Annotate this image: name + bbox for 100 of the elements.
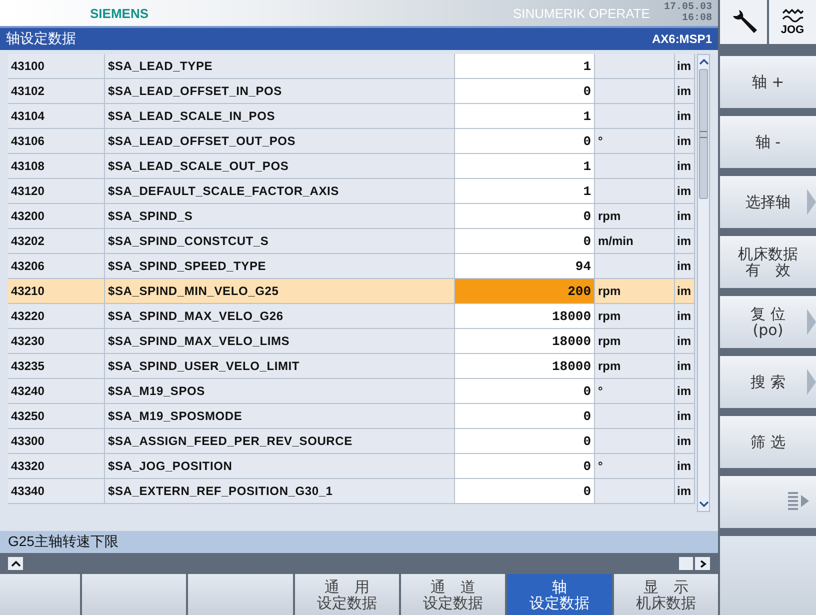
table-cell: ° xyxy=(595,454,675,478)
table-row[interactable]: 43206 $SA_SPIND_SPEED_TYPE 94 im xyxy=(8,254,695,279)
table-row[interactable]: 43300 $SA_ASSIGN_FEED_PER_REV_SOURCE 0 im xyxy=(8,429,695,454)
value-field[interactable]: 200 xyxy=(455,279,595,303)
table-cell: im xyxy=(675,54,695,78)
blank-softkey[interactable] xyxy=(188,574,293,615)
value-field[interactable]: 1 xyxy=(455,54,595,78)
scroll-right-icon[interactable] xyxy=(695,557,710,570)
table-cell: im xyxy=(675,179,695,203)
table-cell: 43320 xyxy=(8,454,105,478)
value-field[interactable]: 1 xyxy=(455,154,595,178)
softkey[interactable]: 机床数据 有 效 xyxy=(720,236,816,288)
table-cell: im xyxy=(675,304,695,328)
table-cell: $SA_LEAD_SCALE_IN_POS xyxy=(105,104,455,128)
value-field[interactable]: 18000 xyxy=(455,304,595,328)
value-field[interactable]: 18000 xyxy=(455,329,595,353)
jog-wave-icon xyxy=(780,8,804,24)
table-row[interactable]: 43100 $SA_LEAD_TYPE 1 im xyxy=(8,54,695,79)
blank-softkey[interactable] xyxy=(82,574,186,615)
table-row[interactable]: 43108 $SA_LEAD_SCALE_OUT_POS 1 im xyxy=(8,154,695,179)
description-text: G25主轴转速下限 xyxy=(0,531,718,553)
table-row[interactable]: 43235 $SA_SPIND_USER_VELO_LIMIT 18000 rpm im xyxy=(8,354,695,379)
table-row[interactable]: 43210 $SA_SPIND_MIN_VELO_G25 200 rpm im xyxy=(8,279,695,304)
table-cell: 43206 xyxy=(8,254,105,278)
axis-label: AX6:MSP1 xyxy=(652,32,712,46)
softkey[interactable]: 轴 - xyxy=(720,116,816,168)
table-cell: im xyxy=(675,254,695,278)
table-cell: $SA_JOG_POSITION xyxy=(105,454,455,478)
value-field[interactable]: 0 xyxy=(455,454,595,478)
table-row[interactable]: 43106 $SA_LEAD_OFFSET_OUT_POS 0 ° im xyxy=(8,129,695,154)
table-cell: rpm xyxy=(595,204,675,228)
table-cell: $SA_SPIND_SPEED_TYPE xyxy=(105,254,455,278)
value-field[interactable]: 0 xyxy=(455,79,595,103)
scroll-thumb[interactable] xyxy=(699,69,708,199)
table-cell: $SA_SPIND_S xyxy=(105,204,455,228)
table-cell: 43340 xyxy=(8,479,105,503)
table-cell: im xyxy=(675,454,695,478)
date-text: 17.05.03 xyxy=(664,2,712,13)
table-cell: $SA_LEAD_OFFSET_IN_POS xyxy=(105,79,455,103)
table-cell: im xyxy=(675,104,695,128)
product-name: SINUMERIK OPERATE xyxy=(512,6,650,20)
table-cell: $SA_LEAD_OFFSET_OUT_POS xyxy=(105,129,455,153)
softkey[interactable]: 轴 + xyxy=(720,56,816,108)
table-cell: $SA_SPIND_USER_VELO_LIMIT xyxy=(105,354,455,378)
scrollbar[interactable] xyxy=(697,54,710,512)
table-row[interactable]: 43230 $SA_SPIND_MAX_VELO_LIMS 18000 rpm im xyxy=(8,329,695,354)
table-row[interactable]: 43240 $SA_M19_SPOS 0 ° im xyxy=(8,379,695,404)
value-field[interactable]: 0 xyxy=(455,129,595,153)
value-field[interactable]: 1 xyxy=(455,179,595,203)
scroll-thumb[interactable] xyxy=(679,557,693,570)
table-row[interactable]: 43320 $SA_JOG_POSITION 0 ° im xyxy=(8,454,695,479)
blank-softkey[interactable] xyxy=(720,536,816,615)
scroll-left-icon[interactable] xyxy=(8,557,23,570)
table-cell: 43106 xyxy=(8,129,105,153)
table-cell: $SA_ASSIGN_FEED_PER_REV_SOURCE xyxy=(105,429,455,453)
softkey[interactable]: 搜 索 xyxy=(720,356,816,408)
table-cell: im xyxy=(675,229,695,253)
table-row[interactable]: 43104 $SA_LEAD_SCALE_IN_POS 1 im xyxy=(8,104,695,129)
softkey[interactable]: 轴 设定数据 xyxy=(507,574,612,615)
softkey[interactable]: 显 示 机床数据 xyxy=(614,574,718,615)
table-row[interactable]: 43200 $SA_SPIND_S 0 rpm im xyxy=(8,204,695,229)
table-row[interactable]: 43202 $SA_SPIND_CONSTCUT_S 0 m/min im xyxy=(8,229,695,254)
table-row[interactable]: 43102 $SA_LEAD_OFFSET_IN_POS 0 im xyxy=(8,79,695,104)
table-row[interactable]: 43250 $SA_M19_SPOSMODE 0 im xyxy=(8,404,695,429)
table-cell: 43104 xyxy=(8,104,105,128)
table-row[interactable]: 43120 $SA_DEFAULT_SCALE_FACTOR_AXIS 1 im xyxy=(8,179,695,204)
table-cell: im xyxy=(675,479,695,503)
value-field[interactable]: 0 xyxy=(455,229,595,253)
table-cell: im xyxy=(675,79,695,103)
table-cell: $SA_DEFAULT_SCALE_FACTOR_AXIS xyxy=(105,179,455,203)
value-field[interactable]: 0 xyxy=(455,404,595,428)
table-cell: $SA_SPIND_MAX_VELO_LIMS xyxy=(105,329,455,353)
settings-button[interactable] xyxy=(720,0,767,44)
softkey[interactable]: 选择轴 xyxy=(720,176,816,228)
softkey[interactable]: 筛 选 xyxy=(720,416,816,468)
value-field[interactable]: 18000 xyxy=(455,354,595,378)
table-cell: 43120 xyxy=(8,179,105,203)
value-field[interactable]: 0 xyxy=(455,429,595,453)
softkey[interactable]: 复 位 (po) xyxy=(720,296,816,348)
value-field[interactable]: 1 xyxy=(455,104,595,128)
mode-button[interactable]: JOG xyxy=(769,0,816,44)
softkey[interactable] xyxy=(720,476,816,528)
brand-logo: SIEMENS xyxy=(90,6,149,20)
table-row[interactable]: 43340 $SA_EXTERN_REF_POSITION_G30_1 0 im xyxy=(8,479,695,504)
value-field[interactable]: 0 xyxy=(455,204,595,228)
value-field[interactable]: 0 xyxy=(455,479,595,503)
table-cell: im xyxy=(675,379,695,403)
table-cell: m/min xyxy=(595,229,675,253)
softkey[interactable]: 通 道 设定数据 xyxy=(401,574,506,615)
table-row[interactable]: 43220 $SA_SPIND_MAX_VELO_G26 18000 rpm im xyxy=(8,304,695,329)
value-field[interactable]: 0 xyxy=(455,379,595,403)
table-cell: rpm xyxy=(595,329,675,353)
table-cell: 43200 xyxy=(8,204,105,228)
table-cell: 43210 xyxy=(8,279,105,303)
softkey[interactable]: 通 用 设定数据 xyxy=(294,574,399,615)
table-cell: rpm xyxy=(595,304,675,328)
table-cell: rpm xyxy=(595,354,675,378)
value-field[interactable]: 94 xyxy=(455,254,595,278)
table-cell: 43300 xyxy=(8,429,105,453)
table-cell: 43108 xyxy=(8,154,105,178)
